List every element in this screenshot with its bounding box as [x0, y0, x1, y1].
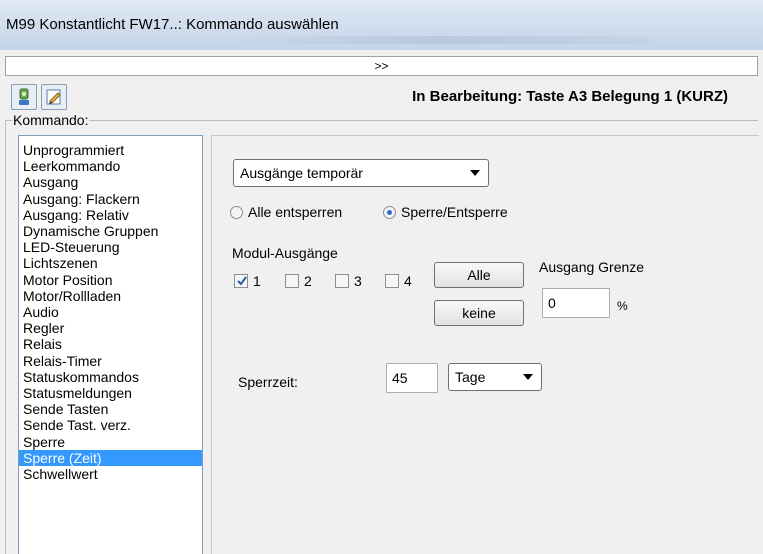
edit-status: In Bearbeitung: Taste A3 Belegung 1 (KUR…: [412, 88, 728, 105]
radio-lock-unlock-dot: [383, 205, 396, 219]
lock-time-label: Sperrzeit:: [238, 374, 298, 390]
output-checkbox-1-box: [234, 274, 248, 288]
command-list-item[interactable]: Dynamische Gruppen: [19, 223, 202, 239]
title-bar: M99 Konstantlicht FW17..: Kommando auswä…: [0, 0, 763, 50]
command-list-item[interactable]: Sperre (Zeit): [19, 449, 202, 467]
output-checkbox-1[interactable]: 1: [234, 273, 261, 289]
command-list-item[interactable]: Ausgang: Relativ: [19, 207, 202, 223]
output-checkbox-4-label: 4: [404, 273, 412, 289]
command-list-item[interactable]: Motor/Rollladen: [19, 288, 202, 304]
command-list-item[interactable]: Leerkommando: [19, 158, 202, 174]
output-checkbox-3[interactable]: 3: [335, 273, 362, 289]
output-checkbox-4-box: [385, 274, 399, 288]
command-list-item[interactable]: Ausgang: [19, 174, 202, 190]
command-list-item[interactable]: Schwellwert: [19, 466, 202, 482]
output-checkbox-3-label: 3: [354, 273, 362, 289]
edit-button[interactable]: [41, 84, 67, 110]
command-list-item[interactable]: Relais-Timer: [19, 353, 202, 369]
lock-time-input[interactable]: 45: [386, 363, 438, 393]
chevron-down-icon: [470, 170, 480, 176]
command-list-item[interactable]: Regler: [19, 320, 202, 336]
limit-label: Ausgang Grenze: [539, 259, 645, 275]
output-checkbox-4[interactable]: 4: [385, 273, 412, 289]
radio-unlock-all-label: Alle entsperren: [248, 204, 343, 220]
limit-unit: %: [617, 299, 628, 313]
output-checkbox-3-box: [335, 274, 349, 288]
toolbar: In Bearbeitung: Taste A3 Belegung 1 (KUR…: [5, 78, 758, 116]
lock-time-unit-select[interactable]: Tage: [448, 363, 542, 391]
command-list-item[interactable]: Statusmeldungen: [19, 385, 202, 401]
command-group-label: Kommando:: [12, 112, 90, 128]
command-list-item[interactable]: LED-Steuerung: [19, 239, 202, 255]
output-checkbox-1-label: 1: [253, 273, 261, 289]
checkmark-icon: [237, 276, 247, 286]
command-list-item[interactable]: Motor Position: [19, 272, 202, 288]
limit-input[interactable]: 0: [542, 288, 610, 318]
title-bar-background-glow: [230, 36, 650, 44]
radio-unlock-all-dot: [230, 205, 243, 219]
command-list-item[interactable]: Statuskommandos: [19, 369, 202, 385]
command-list-items: Unprogrammiert Leerkommando Ausgang Ausgang…: [19, 136, 202, 482]
window-title: M99 Konstantlicht FW17..: Kommando auswä…: [6, 16, 339, 33]
command-list-item[interactable]: Sende Tasten: [19, 401, 202, 417]
mode-select[interactable]: Ausgänge temporär: [233, 159, 489, 187]
command-list-item[interactable]: Ausgang: Flackern: [19, 191, 202, 207]
command-list-item[interactable]: Audio: [19, 304, 202, 320]
outputs-label: Modul-Ausgänge: [232, 245, 338, 261]
command-list-item[interactable]: Sperre: [19, 434, 202, 450]
expand-toggle[interactable]: >>: [5, 56, 758, 76]
dialog-client-area: >> In Bearbeitung: Taste A3 Belegung 1 (…: [5, 52, 763, 554]
command-list-item[interactable]: Unprogrammiert: [19, 142, 202, 158]
select-none-button[interactable]: keine: [434, 300, 524, 326]
radio-lock-unlock-label: Sperre/Entsperre: [401, 204, 508, 220]
radio-lock-unlock[interactable]: Sperre/Entsperre: [383, 204, 508, 220]
output-checkbox-2-box: [285, 274, 299, 288]
command-list-item[interactable]: Relais: [19, 336, 202, 352]
command-settings-panel: Ausgänge temporär Alle entsperren Sperre…: [211, 135, 759, 554]
command-list[interactable]: Unprogrammiert Leerkommando Ausgang Ausgang…: [18, 135, 203, 554]
device-button[interactable]: [11, 84, 37, 110]
chevron-down-icon: [523, 374, 533, 380]
radio-unlock-all[interactable]: Alle entsperren: [230, 204, 342, 220]
command-group: Kommando: Unprogrammiert Leerkommando Ausg…: [5, 112, 759, 554]
output-checkbox-2-label: 2: [304, 273, 312, 289]
command-list-item[interactable]: Sende Tast. verz.: [19, 417, 202, 433]
command-list-item[interactable]: Lichtszenen: [19, 255, 202, 271]
output-checkbox-2[interactable]: 2: [285, 273, 312, 289]
mode-select-value: Ausgänge temporär: [240, 165, 363, 181]
lock-time-unit-value: Tage: [455, 369, 486, 385]
select-all-button[interactable]: Alle: [434, 262, 524, 288]
